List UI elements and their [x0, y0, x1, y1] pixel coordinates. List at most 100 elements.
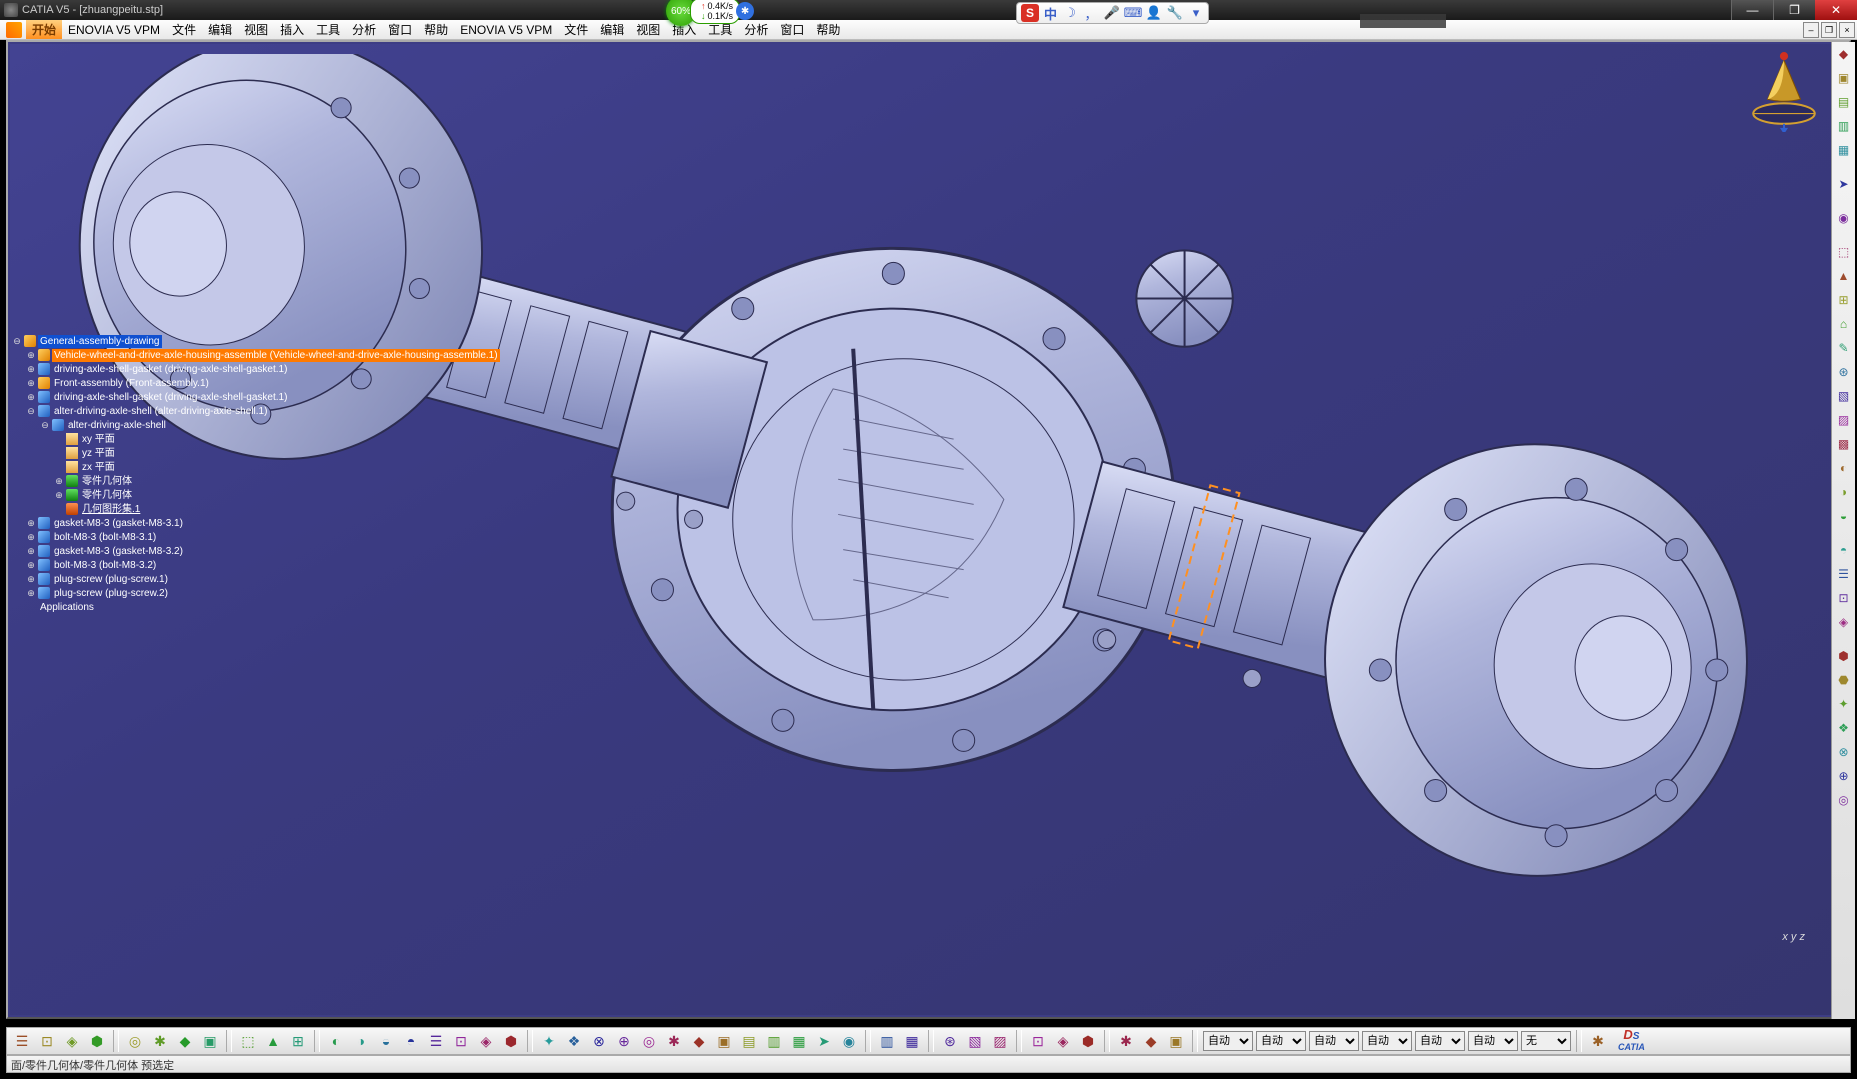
tree-row[interactable]: ⊕gasket-M8-3 (gasket-M8-3.2): [12, 544, 500, 558]
specification-tree[interactable]: ⊖General-assembly-drawing⊕Vehicle-wheel-…: [12, 334, 500, 614]
menu-item-2[interactable]: 编辑: [202, 20, 238, 39]
toolbar-tool1-icon[interactable]: ◆: [1833, 43, 1855, 65]
toolbar-tool12-icon[interactable]: ⊛: [1833, 361, 1855, 383]
toolbar-tool14-icon[interactable]: ▨: [1833, 409, 1855, 431]
toolbar-exit2-icon[interactable]: ◈: [475, 1030, 497, 1052]
toolbar-swap-icon[interactable]: ▦: [788, 1030, 810, 1052]
toolbar-compass-icon[interactable]: ✦: [538, 1030, 560, 1052]
toolbar-tool26-icon[interactable]: ❖: [1833, 717, 1855, 739]
graphic-select-2[interactable]: 自动: [1309, 1031, 1359, 1051]
doc-restore-button[interactable]: ❐: [1821, 22, 1837, 38]
tree-row[interactable]: ⊕driving-axle-shell-gasket (driving-axle…: [12, 390, 500, 404]
toolbar-tool5-icon[interactable]: ▦: [1833, 139, 1855, 161]
graphic-select-3[interactable]: 自动: [1362, 1031, 1412, 1051]
ime-toolbar[interactable]: S 中 ☽ ， 🎤 ⌨ 👤 🔧 ▾: [1016, 2, 1209, 24]
ime-mode-label[interactable]: 中: [1044, 4, 1057, 23]
ime-keyboard-icon[interactable]: ⌨: [1125, 5, 1141, 21]
tree-expander-icon[interactable]: ⊖: [40, 419, 50, 432]
menu-窗口[interactable]: 窗口: [774, 20, 810, 39]
tree-expander-icon[interactable]: ⊕: [26, 587, 36, 600]
toolbar-tool8-icon[interactable]: ▲: [1833, 265, 1855, 287]
tree-expander-icon[interactable]: ⊕: [26, 377, 36, 390]
toolbar-material-icon[interactable]: ☰: [425, 1030, 447, 1052]
toolbar-arrow-icon[interactable]: ➤: [1833, 173, 1855, 195]
toolbar-tool11-icon[interactable]: ✎: [1833, 337, 1855, 359]
window-close-button[interactable]: ✕: [1815, 0, 1857, 20]
graphic-select-0[interactable]: 自动: [1203, 1031, 1253, 1051]
toolbar-new-icon[interactable]: ☰: [11, 1030, 33, 1052]
window-minimize-button[interactable]: —: [1731, 0, 1773, 20]
toolbar-c3-icon[interactable]: ▣: [1165, 1030, 1187, 1052]
toolbar-tool27-icon[interactable]: ⊗: [1833, 741, 1855, 763]
ime-menu-icon[interactable]: ▾: [1188, 5, 1204, 21]
tree-expander-icon[interactable]: ⊕: [26, 559, 36, 572]
menu-帮助[interactable]: 帮助: [810, 20, 846, 39]
tree-expander-icon[interactable]: ⊕: [26, 545, 36, 558]
tree-expander-icon[interactable]: ⊕: [54, 489, 64, 502]
menu-item-1[interactable]: 文件: [166, 20, 202, 39]
toolbar-tool13-icon[interactable]: ▧: [1833, 385, 1855, 407]
toolbar-fit-icon[interactable]: ❖: [563, 1030, 585, 1052]
toolbar-tree3-icon[interactable]: ⬢: [1077, 1030, 1099, 1052]
toolbar-view-multi-icon[interactable]: ▤: [738, 1030, 760, 1052]
toolbar-rotate-icon[interactable]: ⊗: [588, 1030, 610, 1052]
menu-item-4[interactable]: 插入: [274, 20, 310, 39]
tree-row[interactable]: ⊖alter-driving-axle-shell (alter-driving…: [12, 404, 500, 418]
tree-row[interactable]: Applications: [12, 600, 500, 614]
toolbar-tool9-icon[interactable]: ⊞: [1833, 289, 1855, 311]
tree-expander-icon[interactable]: ⊕: [26, 363, 36, 376]
tree-expander-icon[interactable]: ⊕: [54, 475, 64, 488]
toolbar-print2-icon[interactable]: ▥: [876, 1030, 898, 1052]
doc-minimize-button[interactable]: –: [1803, 22, 1819, 38]
toolbar-print-icon[interactable]: ◎: [124, 1030, 146, 1052]
toolbar-tool20-icon[interactable]: ☰: [1833, 563, 1855, 585]
toolbar-zoomarea-icon[interactable]: ◎: [638, 1030, 660, 1052]
toolbar-paste-icon[interactable]: ▣: [199, 1030, 221, 1052]
toolbar-fx-icon[interactable]: ◑: [350, 1030, 372, 1052]
graphic-select-4[interactable]: 自动: [1415, 1031, 1465, 1051]
toolbar-tool22-icon[interactable]: ◈: [1833, 611, 1855, 633]
toolbar-hide-icon[interactable]: ▥: [763, 1030, 785, 1052]
menu-item-5[interactable]: 工具: [310, 20, 346, 39]
toolbar-undo-icon[interactable]: ⬚: [237, 1030, 259, 1052]
tree-row[interactable]: ⊕Vehicle-wheel-and-drive-axle-housing-as…: [12, 348, 500, 362]
tree-row[interactable]: ⊕bolt-M8-3 (bolt-M8-3.2): [12, 558, 500, 572]
toolbar-prop-icon[interactable]: ➤: [813, 1030, 835, 1052]
menu-item-0[interactable]: ENOVIA V5 VPM: [62, 20, 166, 39]
tree-row[interactable]: ⊕Front-assembly (Front-assembly.1): [12, 376, 500, 390]
toolbar-tool18-icon[interactable]: ◒: [1833, 505, 1855, 527]
toolbar-tool25-icon[interactable]: ✦: [1833, 693, 1855, 715]
toolbar-c1-icon[interactable]: ✱: [1115, 1030, 1137, 1052]
tree-row[interactable]: zx 平面: [12, 460, 500, 474]
tree-row[interactable]: ⊕plug-screw (plug-screw.2): [12, 586, 500, 600]
toolbar-swap2-icon[interactable]: ◉: [838, 1030, 860, 1052]
toolbar-tool10-icon[interactable]: ⌂: [1833, 313, 1855, 335]
tree-row[interactable]: ⊕gasket-M8-3 (gasket-M8-3.1): [12, 516, 500, 530]
menu-start[interactable]: 开始: [26, 20, 62, 39]
menu-item-8[interactable]: 帮助: [418, 20, 454, 39]
tree-row[interactable]: ⊖alter-driving-axle-shell: [12, 418, 500, 432]
menu-分析[interactable]: 分析: [738, 20, 774, 39]
toolbar-open-icon[interactable]: ⊡: [36, 1030, 58, 1052]
toolbar-sheet-icon[interactable]: ◓: [400, 1030, 422, 1052]
toolbar-arrow-icon[interactable]: ◐: [325, 1030, 347, 1052]
graphic-select-5[interactable]: 自动: [1468, 1031, 1518, 1051]
menu-视图[interactable]: 视图: [630, 20, 666, 39]
toolbar-save-icon[interactable]: ◈: [61, 1030, 83, 1052]
tree-expander-icon[interactable]: ⊕: [26, 391, 36, 404]
toolbar-tool3-icon[interactable]: ▤: [1833, 91, 1855, 113]
tree-row[interactable]: yz 平面: [12, 446, 500, 460]
toolbar-saveall-icon[interactable]: ⬢: [86, 1030, 108, 1052]
3d-viewport[interactable]: ⊖General-assembly-drawing⊕Vehicle-wheel-…: [10, 44, 1847, 1015]
tree-expander-icon[interactable]: ⊕: [26, 573, 36, 586]
toolbar-tool28-icon[interactable]: ⊕: [1833, 765, 1855, 787]
menu-文件[interactable]: 文件: [558, 20, 594, 39]
toolbar-zoom-icon[interactable]: ⊕: [613, 1030, 635, 1052]
toolbar-tool6-icon[interactable]: ◉: [1833, 207, 1855, 229]
toolbar-axis2-icon[interactable]: ▧: [964, 1030, 986, 1052]
view-compass[interactable]: [1743, 50, 1825, 132]
toolbar-tool29-icon[interactable]: ◎: [1833, 789, 1855, 811]
toolbar-zoomin-icon[interactable]: ✱: [663, 1030, 685, 1052]
network-overlay[interactable]: 60% ↑0.4K/s ↓0.1K/s ✱: [666, 0, 754, 22]
toolbar-tool16-icon[interactable]: ◐: [1833, 457, 1855, 479]
